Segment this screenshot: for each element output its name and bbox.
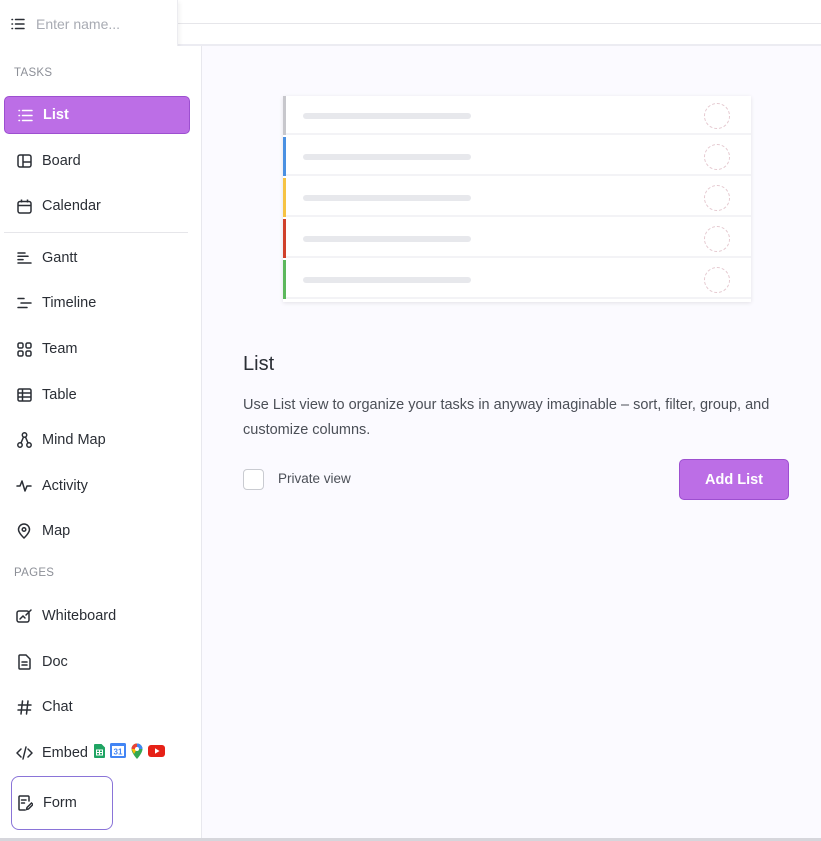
private-view-label: Private view [278, 471, 351, 486]
sidebar-item-map[interactable]: Map [4, 512, 190, 550]
sidebar-item-label: List [43, 107, 69, 123]
pages-section-label: PAGES [14, 567, 55, 579]
activity-icon [15, 477, 33, 495]
sidebar-item-label: Calendar [42, 198, 101, 214]
row-color-stripe [283, 96, 286, 135]
calendar-icon [15, 197, 33, 215]
whiteboard-icon [15, 607, 33, 625]
sidebar-item-team[interactable]: Team [4, 330, 190, 368]
list-icon [11, 17, 25, 35]
mind-map-icon [15, 431, 33, 449]
row-color-stripe [283, 178, 286, 217]
row-placeholder-circle [704, 185, 730, 211]
row-placeholder-bar [303, 236, 471, 242]
sidebar-item-label: Mind Map [42, 432, 106, 448]
sidebar-item-label: Form [43, 795, 77, 811]
row-placeholder-circle [704, 226, 730, 252]
sidebar-divider [4, 232, 188, 233]
embed-apps: 31 [93, 743, 165, 764]
view-preview-panel: List Use List view to organize your task… [202, 46, 821, 841]
row-placeholder-circle [704, 103, 730, 129]
list-illustration [283, 96, 751, 302]
calendar-day-text: 31 [114, 748, 123, 757]
tasks-section-label: TASKS [14, 67, 53, 79]
add-list-button[interactable]: Add List [679, 459, 789, 500]
illustration-row [283, 178, 751, 217]
row-placeholder-circle [704, 267, 730, 293]
hash-icon [15, 698, 33, 716]
sidebar-item-label: Activity [42, 478, 88, 494]
illustration-row [283, 219, 751, 258]
sidebar-item-label: Whiteboard [42, 608, 117, 624]
sidebar-item-mind-map[interactable]: Mind Map [4, 421, 190, 459]
sidebar-item-label: Chat [42, 699, 73, 715]
doc-icon [15, 653, 33, 671]
illustration-row [283, 137, 751, 176]
row-color-stripe [283, 137, 286, 176]
sidebar: TASKS List Board Calendar Gantt Timeline [0, 46, 202, 841]
sidebar-item-timeline[interactable]: Timeline [4, 284, 190, 322]
sidebar-item-whiteboard[interactable]: Whiteboard [4, 597, 190, 635]
row-placeholder-bar [303, 277, 471, 283]
list-icon [16, 106, 34, 124]
google-sheets-icon [93, 743, 105, 763]
map-pin-icon [15, 522, 33, 540]
view-title: List [243, 353, 275, 375]
sidebar-item-label: Map [42, 523, 71, 539]
timeline-icon [15, 294, 33, 312]
gantt-icon [15, 249, 33, 267]
code-icon [15, 744, 33, 762]
sidebar-item-activity[interactable]: Activity [4, 467, 190, 505]
row-placeholder-bar [303, 154, 471, 160]
sidebar-item-label: Board [42, 153, 81, 169]
row-placeholder-circle [704, 144, 730, 170]
illustration-row [283, 96, 751, 135]
sidebar-item-gantt[interactable]: Gantt [4, 239, 190, 277]
view-name-input[interactable] [36, 11, 172, 37]
sidebar-item-list[interactable]: List [4, 96, 190, 134]
view-name-box [0, 0, 178, 46]
row-placeholder-bar [303, 113, 471, 119]
row-color-stripe [283, 260, 286, 299]
sidebar-item-embed[interactable]: Embed 31 [4, 734, 190, 772]
sidebar-item-board[interactable]: Board [4, 142, 190, 180]
sidebar-item-label: Table [42, 387, 77, 403]
view-description: Use List view to organize your tasks in … [243, 397, 770, 438]
row-color-stripe [283, 219, 286, 258]
youtube-icon [147, 744, 165, 762]
table-icon [15, 386, 33, 404]
sidebar-item-label: Timeline [42, 295, 97, 311]
form-icon [16, 794, 34, 812]
sidebar-item-table[interactable]: Table [4, 376, 190, 414]
sidebar-item-label: Doc [42, 654, 68, 670]
sidebar-item-doc[interactable]: Doc [4, 643, 190, 681]
board-icon [15, 152, 33, 170]
illustration-row [283, 260, 751, 299]
sidebar-item-label: Embed [42, 745, 88, 761]
sidebar-item-form[interactable]: Form [11, 776, 113, 830]
private-view-checkbox[interactable] [243, 469, 264, 490]
row-placeholder-bar [303, 195, 471, 201]
google-calendar-icon: 31 [109, 743, 126, 763]
google-maps-icon [131, 743, 143, 764]
top-bar-divider [178, 23, 821, 24]
sidebar-item-calendar[interactable]: Calendar [4, 187, 190, 225]
sidebar-item-label: Gantt [42, 250, 78, 266]
team-icon [15, 340, 33, 358]
sidebar-item-label: Team [42, 341, 78, 357]
sidebar-item-chat[interactable]: Chat [4, 688, 190, 726]
